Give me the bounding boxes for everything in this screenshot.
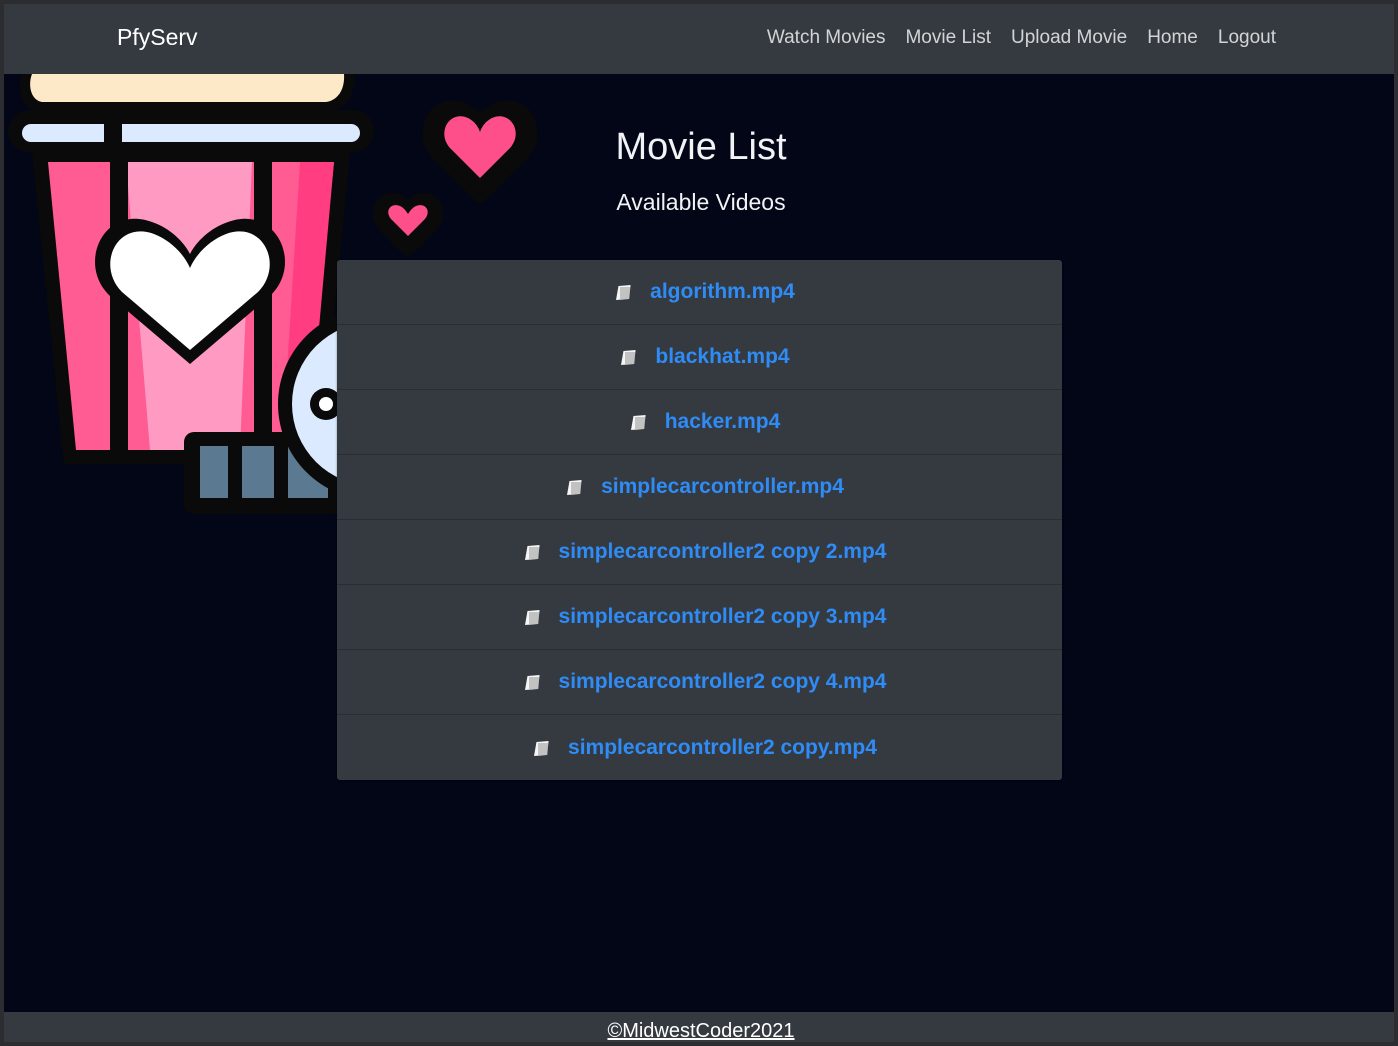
video-link[interactable]: simplecarcontroller2 copy 3.mp4	[559, 605, 887, 629]
page-title: Movie List	[615, 126, 787, 168]
brand-link[interactable]: PfyServ	[117, 24, 198, 51]
app-frame: PfyServ Watch Movies Movie List Upload M…	[0, 0, 1398, 1046]
footer-copyright-link[interactable]: ©MidwestCoder2021	[607, 1020, 794, 1042]
list-item: algorithm.mp4	[337, 260, 1062, 325]
nav-link-upload-movie[interactable]: Upload Movie	[1011, 27, 1127, 49]
video-link[interactable]: algorithm.mp4	[650, 280, 795, 304]
nav-link-movie-list[interactable]: Movie List	[905, 27, 991, 49]
file-icon	[523, 606, 545, 628]
video-link[interactable]: simplecarcontroller.mp4	[601, 475, 844, 499]
video-link[interactable]: simplecarcontroller2 copy 4.mp4	[559, 670, 887, 694]
video-list: algorithm.mp4 blackhat.mp4 hacker.mp4 si…	[337, 260, 1062, 780]
nav-link-logout[interactable]: Logout	[1218, 27, 1276, 49]
footer: ©MidwestCoder2021	[4, 1012, 1394, 1042]
list-item: simplecarcontroller2 copy 2.mp4	[337, 520, 1062, 585]
page-subtitle: Available Videos	[616, 189, 786, 215]
list-item: blackhat.mp4	[337, 325, 1062, 390]
video-link[interactable]: blackhat.mp4	[655, 345, 789, 369]
list-item: simplecarcontroller2 copy 4.mp4	[337, 650, 1062, 715]
file-icon	[532, 737, 554, 759]
file-icon	[629, 411, 651, 433]
nav-links: Watch Movies Movie List Upload Movie Hom…	[767, 27, 1276, 49]
list-item: simplecarcontroller2 copy.mp4	[337, 715, 1062, 780]
file-icon	[523, 671, 545, 693]
navbar: PfyServ Watch Movies Movie List Upload M…	[4, 4, 1394, 74]
video-link[interactable]: simplecarcontroller2 copy.mp4	[568, 736, 877, 760]
file-icon	[565, 476, 587, 498]
file-icon	[619, 346, 641, 368]
video-link[interactable]: hacker.mp4	[665, 410, 781, 434]
file-icon	[614, 281, 636, 303]
popcorn-kernels	[19, 74, 355, 110]
file-icon	[523, 541, 545, 563]
list-item: hacker.mp4	[337, 390, 1062, 455]
nav-link-home[interactable]: Home	[1147, 27, 1198, 49]
nav-link-watch-movies[interactable]: Watch Movies	[767, 27, 886, 49]
list-item: simplecarcontroller.mp4	[337, 455, 1062, 520]
video-link[interactable]: simplecarcontroller2 copy 2.mp4	[559, 540, 887, 564]
list-item: simplecarcontroller2 copy 3.mp4	[337, 585, 1062, 650]
